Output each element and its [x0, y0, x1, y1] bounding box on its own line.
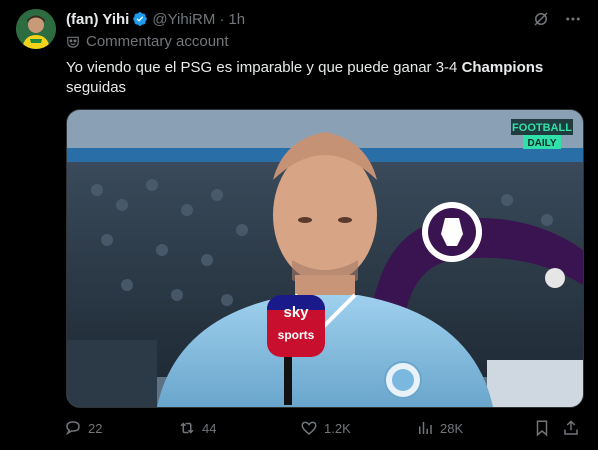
- mask-icon: [67, 36, 79, 48]
- commentary-label: Commentary account: [66, 33, 229, 50]
- tweet-text-bold: Champions: [461, 59, 544, 76]
- tweet-text: Yo viendo que el PSG es imparable y que …: [66, 58, 582, 98]
- timestamp[interactable]: 1h: [228, 11, 245, 28]
- verified-badge-icon: [133, 12, 148, 26]
- repost-icon: [180, 422, 194, 434]
- user-handle[interactable]: @YihiRM: [152, 11, 215, 28]
- share-icon: [564, 420, 578, 435]
- like-button[interactable]: 1.2K: [300, 419, 351, 437]
- views-count: 28K: [440, 420, 464, 436]
- media-video[interactable]: sky sports FOOTBALL DAILY: [66, 109, 584, 408]
- action-bar: 22 44 1.2K 28K: [64, 416, 584, 440]
- watermark-daily: DAILY: [527, 138, 556, 149]
- bookmark-icon: [536, 420, 548, 437]
- views-icon: [419, 422, 432, 434]
- like-count: 1.2K: [324, 420, 351, 436]
- views-button[interactable]: 28K: [416, 419, 463, 437]
- display-name[interactable]: (fan) Yihi: [66, 11, 129, 28]
- heart-icon: [301, 421, 317, 435]
- avatar[interactable]: [16, 9, 56, 49]
- tweet-header: (fan) Yihi @YihiRM · 1h: [66, 9, 582, 29]
- reply-button[interactable]: 22: [64, 419, 102, 437]
- repost-button[interactable]: 44: [178, 419, 216, 437]
- reply-count: 22: [88, 420, 103, 436]
- tweet-text-part2: seguidas: [66, 79, 127, 96]
- share-button[interactable]: [562, 419, 580, 437]
- commentary-label-text: Commentary account: [86, 33, 229, 50]
- bookmark-button[interactable]: [533, 419, 551, 437]
- watermark-football: FOOTBALL: [512, 122, 572, 134]
- repost-count: 44: [202, 420, 217, 436]
- mic-sky-text: sky: [283, 304, 309, 321]
- mic-sports-text: sports: [278, 328, 315, 342]
- reply-icon: [65, 421, 80, 436]
- more-options-icon[interactable]: [564, 10, 582, 28]
- grok-icon[interactable]: [532, 10, 550, 28]
- separator-dot: ·: [219, 10, 225, 28]
- tweet-text-part1: Yo viendo que el PSG es imparable y que …: [66, 59, 462, 76]
